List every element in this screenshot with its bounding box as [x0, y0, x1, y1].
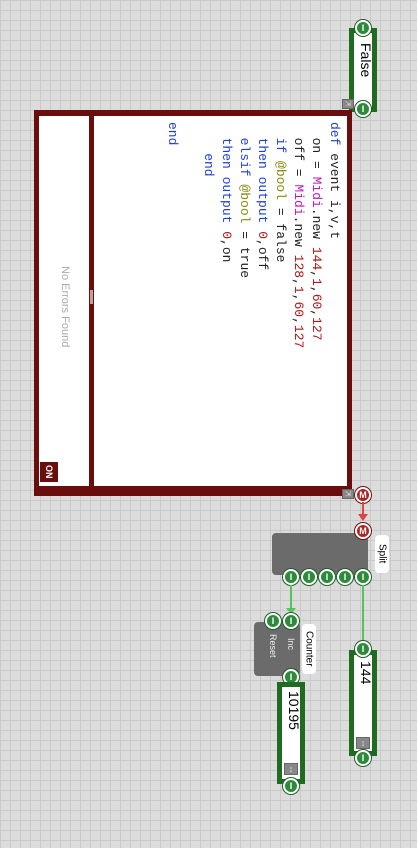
code-editor-node[interactable]: No Errors Found def event i,v,t on = Mid… [34, 110, 352, 496]
code-token: if [273, 122, 288, 162]
counter-inc-input-port[interactable]: I [283, 613, 299, 629]
code-token: , [309, 309, 324, 318]
note-value-output-port[interactable]: I [355, 750, 371, 766]
counter-reset-input-port[interactable]: I [265, 613, 281, 629]
code-token: .new [309, 207, 324, 247]
split-node[interactable] [272, 533, 368, 575]
code-token: 0 [255, 231, 270, 240]
split-output-port-2[interactable]: I [337, 569, 353, 585]
false-node-output-port[interactable]: I [355, 101, 371, 117]
code-token: 1 [309, 278, 324, 286]
code-line: end [199, 122, 217, 177]
note-value-input-port[interactable]: I [355, 641, 371, 657]
note-value-resize-handle[interactable]: ↕ [356, 737, 370, 749]
false-value-text: False [358, 43, 374, 78]
code-token: end [165, 122, 180, 146]
code-token: @bool [237, 184, 252, 224]
code-line: end [163, 122, 181, 145]
code-line: then output 0,on [217, 122, 235, 263]
code-token: , [309, 270, 324, 279]
code-token: 0 [219, 231, 234, 240]
code-token: ,off [255, 239, 270, 271]
code-line: def event i,v,t [325, 122, 343, 239]
split-output-port-1[interactable]: I [355, 569, 371, 585]
code-line: on = Midi.new 144,1,60,127 [307, 122, 325, 341]
code-token: off = [291, 122, 306, 185]
code-token: , [291, 293, 306, 302]
counter-reset-label: Reset [268, 634, 278, 658]
code-token: 60 [309, 293, 324, 310]
code-line: if @bool = false [271, 122, 289, 263]
code-token: 144 [309, 246, 324, 271]
code-token: 127 [309, 317, 324, 341]
code-token: , [309, 285, 324, 294]
code-token: ,on [219, 239, 234, 263]
code-token: then [219, 122, 234, 177]
error-pane: No Errors Found [39, 116, 89, 486]
code-token: def [327, 122, 342, 146]
code-token: = true [237, 223, 252, 279]
code-token: .new [291, 215, 306, 255]
code-token: 60 [291, 301, 306, 318]
pane-splitter-handle[interactable] [90, 290, 93, 304]
split-midi-input-port[interactable]: M [355, 523, 371, 539]
code-editor-resize-handle-bottom[interactable]: ⇲ [342, 489, 354, 499]
split-node-label: Split [375, 535, 389, 573]
counter-node-label: Counter [302, 624, 316, 674]
code-token: = false [273, 200, 288, 263]
split-output-port-5[interactable]: I [283, 569, 299, 585]
code-token: , [291, 317, 306, 325]
code-line: off = Midi.new 128,1,60,127 [289, 122, 307, 349]
false-node-input-port[interactable]: I [355, 20, 371, 36]
counter-value-output-port[interactable]: I [283, 778, 299, 794]
note-value-text: 144 [358, 661, 374, 685]
code-token: @bool [273, 161, 288, 201]
code-token: 128 [291, 254, 306, 279]
code-editor-resize-handle[interactable]: ⇲ [342, 99, 354, 109]
code-token: Midi [309, 176, 324, 208]
code-token: end [201, 122, 216, 177]
code-editor-pane[interactable]: def event i,v,t on = Midi.new 144,1,60,1… [94, 116, 347, 486]
counter-value-text: 10195 [286, 691, 302, 730]
code-token: elsif [237, 122, 252, 185]
code-node-midi-output-port[interactable]: M [355, 487, 371, 503]
split-output-port-4[interactable]: I [301, 569, 317, 585]
wire-split-to-144 [362, 585, 364, 643]
code-token: 127 [291, 324, 306, 349]
code-token: output [219, 176, 234, 232]
code-token: Midi [291, 184, 306, 216]
code-token: output [255, 176, 270, 232]
code-token: event i,v,t [327, 145, 342, 240]
code-token: on = [309, 122, 324, 177]
code-token: then [255, 122, 270, 177]
on-toggle-button[interactable]: ON [40, 462, 58, 482]
code-token: , [291, 278, 306, 286]
code-line: elsif @bool = true [235, 122, 253, 278]
error-status-text: No Errors Found [59, 266, 71, 348]
counter-value-resize-handle[interactable]: ↕ [284, 763, 298, 775]
split-output-port-3[interactable]: I [319, 569, 335, 585]
midi-wire-arrowhead [358, 514, 368, 521]
code-token: 1 [291, 285, 306, 294]
code-line: then output 0,off [253, 122, 271, 271]
counter-inc-label: Inc [286, 638, 296, 651]
